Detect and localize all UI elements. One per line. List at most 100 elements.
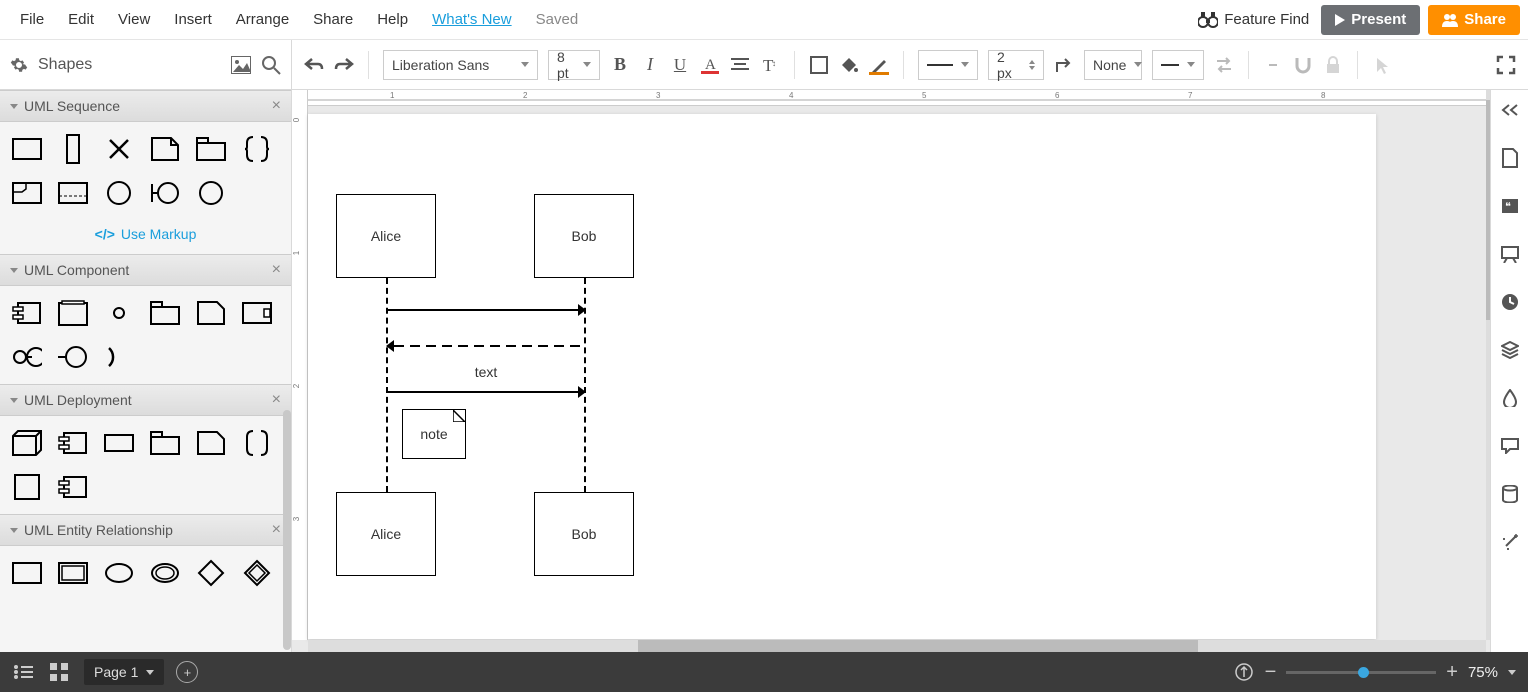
use-markup-link[interactable]: </> Use Markup	[0, 220, 291, 254]
message-2-return[interactable]	[386, 338, 586, 358]
comment-quote-icon[interactable]: ❝	[1500, 196, 1520, 216]
page-dropdown[interactable]: Page 1	[84, 659, 164, 685]
outline-icon[interactable]	[12, 661, 34, 683]
shape-component-alt[interactable]	[52, 294, 94, 332]
fill-button[interactable]	[839, 55, 859, 75]
shape-device[interactable]	[52, 468, 94, 506]
message-1[interactable]	[386, 302, 586, 322]
zoom-slider[interactable]	[1286, 671, 1436, 674]
group-header-uml-entity[interactable]: UML Entity Relationship×	[0, 514, 291, 546]
page-icon[interactable]	[1500, 148, 1520, 168]
shape-entity-rect[interactable]	[6, 554, 48, 592]
note-shape[interactable]: note	[402, 409, 466, 459]
share-button[interactable]: Share	[1428, 5, 1520, 35]
undo-icon[interactable]	[304, 55, 324, 75]
clock-icon[interactable]	[1500, 292, 1520, 312]
left-arrow-dropdown[interactable]: None	[1084, 50, 1142, 80]
text-tool-button[interactable]: T↕	[760, 55, 780, 75]
menu-help[interactable]: Help	[365, 5, 420, 34]
shape-attribute[interactable]	[98, 554, 140, 592]
zoom-out-button[interactable]: −	[1265, 661, 1277, 684]
scrollbar-thumb[interactable]	[638, 640, 1198, 652]
drop-icon[interactable]	[1500, 388, 1520, 408]
fit-icon[interactable]	[1233, 661, 1255, 683]
object-alice-top[interactable]: Alice	[336, 194, 436, 278]
magnet-icon[interactable]	[1293, 55, 1313, 75]
add-page-button[interactable]: +	[176, 661, 198, 683]
connector-type-button[interactable]	[1054, 55, 1074, 75]
close-icon[interactable]: ×	[272, 391, 281, 409]
menu-edit[interactable]: Edit	[56, 5, 106, 34]
shape-note[interactable]	[144, 130, 186, 168]
align-button[interactable]	[730, 55, 750, 75]
font-size-dropdown[interactable]: 8 pt	[548, 50, 600, 80]
shape-note2[interactable]	[190, 294, 232, 332]
shape-component3[interactable]	[52, 424, 94, 462]
underline-button[interactable]: U	[670, 55, 690, 75]
text-color-button[interactable]: A	[700, 55, 720, 75]
object-bob-bottom[interactable]: Bob	[534, 492, 634, 576]
message-3-label[interactable]: text	[386, 364, 586, 380]
shape-port[interactable]	[98, 294, 140, 332]
shape-object[interactable]	[6, 130, 48, 168]
swap-arrows-button[interactable]	[1214, 55, 1234, 75]
shape-constraint[interactable]	[236, 130, 278, 168]
database-icon[interactable]	[1500, 484, 1520, 504]
line-style-dropdown[interactable]	[918, 50, 978, 80]
shape-socket[interactable]	[98, 338, 140, 376]
line-width-dropdown[interactable]: 2 px	[988, 50, 1044, 80]
menu-insert[interactable]: Insert	[162, 5, 224, 34]
redo-icon[interactable]	[334, 55, 354, 75]
present-button[interactable]: Present	[1321, 5, 1420, 35]
menu-arrange[interactable]: Arrange	[224, 5, 301, 34]
canvas-area[interactable]: 0 1 2 3 12345678 Alice Bob	[292, 90, 1528, 652]
lock-icon[interactable]	[1323, 55, 1343, 75]
feature-find[interactable]: Feature Find	[1198, 11, 1309, 28]
shape-interface[interactable]	[236, 294, 278, 332]
shape-package3[interactable]	[144, 424, 186, 462]
shape-destroy[interactable]	[98, 130, 140, 168]
canvas[interactable]: Alice Bob text note Alice Bob	[308, 114, 1376, 639]
menu-view[interactable]: View	[106, 5, 162, 34]
shape-entity[interactable]	[190, 174, 232, 212]
fullscreen-icon[interactable]	[1496, 55, 1516, 75]
menu-share[interactable]: Share	[301, 5, 365, 34]
shape-frame[interactable]	[6, 174, 48, 212]
shape-node[interactable]	[6, 424, 48, 462]
right-arrow-dropdown[interactable]	[1152, 50, 1204, 80]
menu-whats-new[interactable]: What's New	[420, 5, 524, 34]
horizontal-scrollbar[interactable]	[308, 640, 1486, 652]
shape-provided[interactable]	[6, 338, 48, 376]
sidebar-scrollbar[interactable]	[283, 410, 291, 650]
close-icon[interactable]: ×	[272, 521, 281, 539]
group-header-uml-sequence[interactable]: UML Sequence×	[0, 90, 291, 122]
zoom-in-button[interactable]: +	[1446, 661, 1458, 684]
group-header-uml-component[interactable]: UML Component×	[0, 254, 291, 286]
collapse-icon[interactable]	[1500, 100, 1520, 120]
image-icon[interactable]	[231, 55, 251, 75]
shape-package[interactable]	[190, 130, 232, 168]
italic-button[interactable]: I	[640, 55, 660, 75]
object-alice-bottom[interactable]: Alice	[336, 492, 436, 576]
message-3[interactable]	[386, 384, 586, 404]
link-icon[interactable]	[1263, 55, 1283, 75]
grid-view-icon[interactable]	[48, 661, 70, 683]
shape-required[interactable]	[52, 338, 94, 376]
shape-weak-entity[interactable]	[52, 554, 94, 592]
shape-activation[interactable]	[52, 130, 94, 168]
menu-file[interactable]: File	[8, 5, 56, 34]
presentation-icon[interactable]	[1500, 244, 1520, 264]
close-icon[interactable]: ×	[272, 261, 281, 279]
cursor-icon[interactable]	[1372, 55, 1392, 75]
layers-icon[interactable]	[1500, 340, 1520, 360]
line-color-button[interactable]	[869, 55, 889, 75]
shape-constraint3[interactable]	[236, 424, 278, 462]
shape-component[interactable]	[6, 294, 48, 332]
chevron-down-icon[interactable]	[1508, 670, 1516, 675]
shape-relationship[interactable]	[190, 554, 232, 592]
shape-package2[interactable]	[144, 294, 186, 332]
shape-border-button[interactable]	[809, 55, 829, 75]
shape-fragment[interactable]	[52, 174, 94, 212]
chat-icon[interactable]	[1500, 436, 1520, 456]
shape-boundary[interactable]	[144, 174, 186, 212]
